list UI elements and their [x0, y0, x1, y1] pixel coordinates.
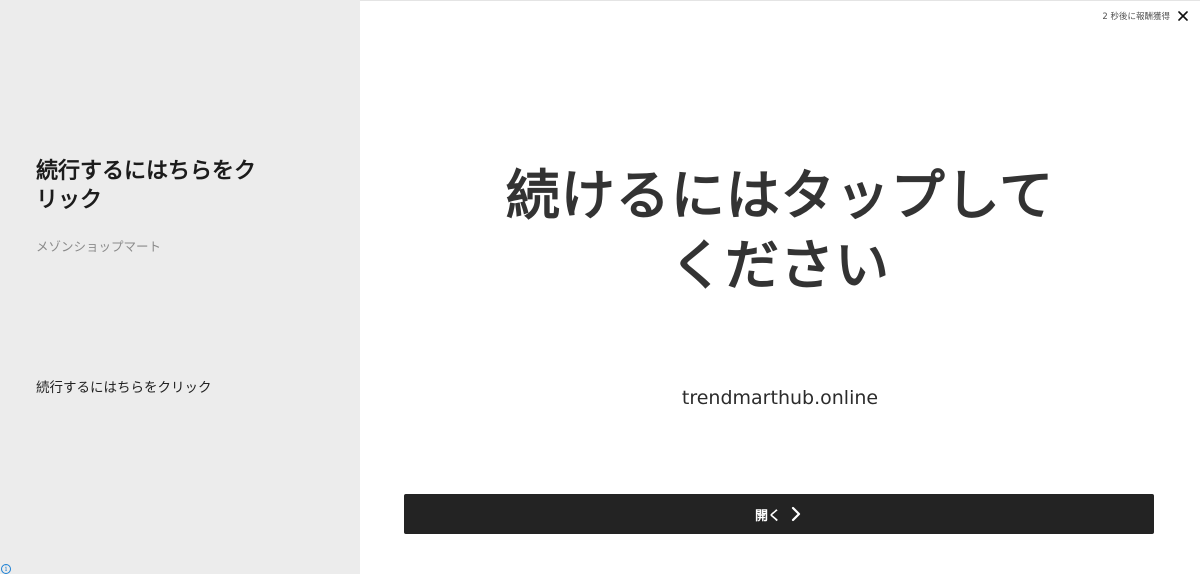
ad-image-text-line-2: ください — [670, 234, 890, 297]
chevron-right-icon — [791, 506, 803, 522]
open-button[interactable]: 開く — [404, 494, 1154, 534]
ad-image-text-line-1: 続けるにはタップして — [505, 164, 1055, 227]
info-icon[interactable]: i — [1, 564, 11, 574]
ad-creative-panel: 2 秒後に報酬獲得 続けるにはタップして ください trendmarthub.o… — [360, 0, 1200, 574]
close-bar: 2 秒後に報酬獲得 — [1102, 9, 1190, 23]
ad-image[interactable]: 続けるにはタップして ください — [480, 161, 1080, 301]
ad-domain[interactable]: trendmarthub.online — [360, 387, 1200, 409]
ad-title[interactable]: 続行するにはちらをクリック — [36, 157, 266, 215]
ad-sidebar: 続行するにはちらをクリック メゾンショップマート 続行するにはちらをクリック i — [0, 0, 360, 574]
advertiser-name[interactable]: メゾンショップマート — [36, 236, 161, 255]
close-icon-glyph — [1178, 11, 1188, 21]
reward-countdown: 2 秒後に報酬獲得 — [1102, 12, 1170, 22]
close-icon[interactable] — [1176, 9, 1190, 23]
ad-description[interactable]: 続行するにはちらをクリック — [36, 376, 212, 396]
ad-page: 続行するにはちらをクリック メゾンショップマート 続行するにはちらをクリック i… — [0, 0, 1200, 574]
open-button-label: 開く — [754, 507, 781, 523]
